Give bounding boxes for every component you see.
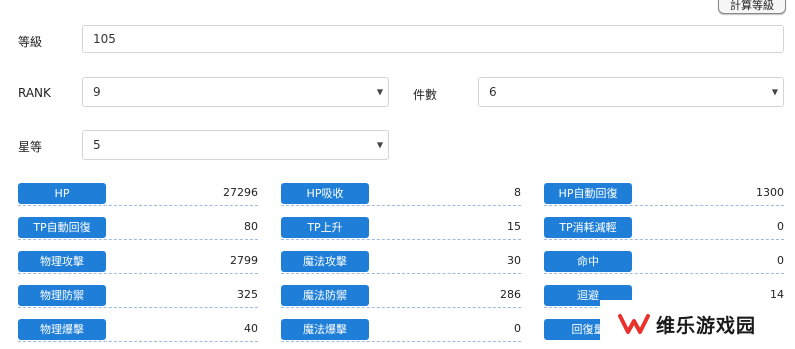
- watermark-text: 维乐游戏园: [656, 315, 757, 337]
- stat-label-tp-cost-reduce: TP消耗減輕: [544, 217, 632, 238]
- stat-label-hp: HP: [18, 183, 106, 204]
- stat-divider: [18, 307, 258, 308]
- stat-value-physical-defense: 325: [237, 288, 258, 301]
- dropdown-arrow-icon: ▼: [376, 140, 383, 150]
- stat-label-physical-defense: 物理防禦: [18, 285, 106, 306]
- rank-select[interactable]: 9 ▼: [82, 77, 389, 107]
- rank-value: 9: [93, 85, 101, 99]
- stat-divider: [281, 341, 521, 342]
- stat-label-accuracy: 命中: [544, 251, 632, 272]
- stat-divider: [18, 239, 258, 240]
- stat-value-hp-absorb: 8: [514, 186, 521, 199]
- stat-divider: [18, 205, 258, 206]
- stat-divider: [18, 341, 258, 342]
- dropdown-arrow-icon: ▼: [376, 87, 383, 97]
- stat-divider: [281, 307, 521, 308]
- stat-value-physical-attack: 2799: [230, 254, 258, 267]
- dropdown-arrow-icon: ▼: [771, 87, 778, 97]
- level-label: 等級: [18, 35, 43, 49]
- rank-label: RANK: [18, 86, 51, 100]
- stat-label-magic-crit: 魔法爆擊: [281, 319, 369, 340]
- stat-label-physical-attack: 物理攻擊: [18, 251, 106, 272]
- stat-divider: [544, 205, 784, 206]
- pieces-value: 6: [489, 85, 497, 99]
- level-input[interactable]: 105: [82, 25, 784, 53]
- stat-value-tp-up: 15: [507, 220, 521, 233]
- stat-value-magic-defense: 286: [500, 288, 521, 301]
- stat-divider: [18, 273, 258, 274]
- stat-label-physical-crit: 物理爆擊: [18, 319, 106, 340]
- watermark-logo-icon: [618, 314, 650, 334]
- stat-value-tp-cost-reduce: 0: [777, 220, 784, 233]
- stat-label-magic-defense: 魔法防禦: [281, 285, 369, 306]
- stat-label-tp-up: TP上升: [281, 217, 369, 238]
- stat-value-hp: 27296: [223, 186, 258, 199]
- calculate-button[interactable]: 計算等級: [718, 0, 786, 14]
- stat-value-magic-crit: 0: [514, 322, 521, 335]
- stat-divider: [544, 239, 784, 240]
- stat-divider: [281, 205, 521, 206]
- stat-value-accuracy: 0: [777, 254, 784, 267]
- pieces-select[interactable]: 6 ▼: [478, 77, 784, 107]
- pieces-label: 件數: [413, 88, 438, 102]
- stat-value-hp-regen: 1300: [756, 186, 784, 199]
- stat-divider: [281, 273, 521, 274]
- stat-label-tp-regen: TP自動回復: [18, 217, 106, 238]
- stat-value-magic-attack: 30: [507, 254, 521, 267]
- stat-divider: [544, 273, 784, 274]
- stars-value: 5: [93, 138, 101, 152]
- stars-label: 星等: [18, 140, 43, 154]
- stat-value-physical-crit: 40: [244, 322, 258, 335]
- stat-label-magic-attack: 魔法攻擊: [281, 251, 369, 272]
- stars-select[interactable]: 5 ▼: [82, 130, 389, 160]
- stat-value-tp-regen: 80: [244, 220, 258, 233]
- level-value: 105: [93, 32, 116, 46]
- stat-label-hp-regen: HP自動回復: [544, 183, 632, 204]
- stat-divider: [281, 239, 521, 240]
- stat-label-hp-absorb: HP吸收: [281, 183, 369, 204]
